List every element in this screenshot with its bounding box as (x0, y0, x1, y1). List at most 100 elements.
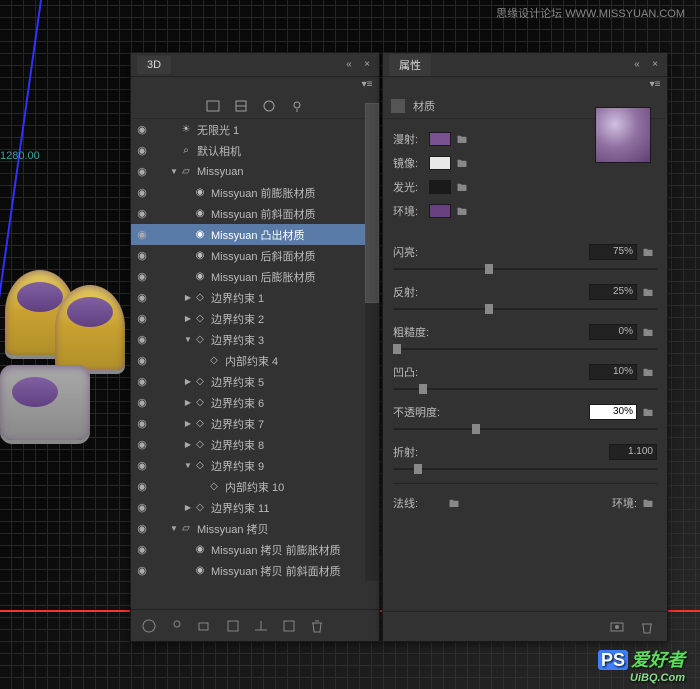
tree-row[interactable]: ◉☀无限光 1 (131, 119, 379, 140)
panel-close-icon[interactable]: × (361, 59, 373, 71)
disclosure-triangle[interactable]: ▶ (183, 419, 193, 428)
tree-row[interactable]: ◉▼▱Missyuan 拷贝 (131, 518, 379, 539)
slider-track[interactable] (393, 343, 657, 355)
slider-value[interactable]: 30% (589, 404, 637, 420)
ground-icon[interactable] (253, 618, 269, 634)
folder-icon[interactable]: 🖿 (643, 326, 657, 338)
filter-light-icon[interactable] (290, 99, 304, 113)
visibility-toggle[interactable]: ◉ (133, 186, 151, 199)
disclosure-triangle[interactable]: ▶ (183, 398, 193, 407)
slider-track[interactable] (393, 423, 657, 435)
disclosure-triangle[interactable]: ▶ (183, 503, 193, 512)
visibility-toggle[interactable]: ◉ (133, 480, 151, 493)
color-swatch[interactable] (429, 132, 451, 146)
tree-row[interactable]: ◉⌕默认相机 (131, 140, 379, 161)
folder-icon[interactable]: 🖿 (643, 406, 657, 418)
visibility-toggle[interactable]: ◉ (133, 501, 151, 514)
visibility-toggle[interactable]: ◉ (133, 270, 151, 283)
tree-row[interactable]: ◉▶◇边界约束 2 (131, 308, 379, 329)
tree-row[interactable]: ◉▶◇边界约束 1 (131, 287, 379, 308)
visibility-toggle[interactable]: ◉ (133, 228, 151, 241)
tree-row[interactable]: ◉▼◇边界约束 9 (131, 455, 379, 476)
disclosure-triangle[interactable]: ▼ (183, 461, 193, 470)
tree-row[interactable]: ◉◇内部约束 4 (131, 350, 379, 371)
visibility-toggle[interactable]: ◉ (133, 249, 151, 262)
tree-row[interactable]: ◉▶◇边界约束 6 (131, 392, 379, 413)
visibility-toggle[interactable]: ◉ (133, 165, 151, 178)
visibility-toggle[interactable]: ◉ (133, 207, 151, 220)
disclosure-triangle[interactable]: ▶ (183, 293, 193, 302)
scrollbar[interactable] (365, 103, 379, 581)
color-swatch[interactable] (429, 180, 451, 194)
visibility-toggle[interactable]: ◉ (133, 543, 151, 556)
tree-row[interactable]: ◉▶◇边界约束 5 (131, 371, 379, 392)
tree-row[interactable]: ◉◉Missyuan 拷贝 前斜面材质 (131, 560, 379, 581)
disclosure-triangle[interactable]: ▶ (183, 440, 193, 449)
visibility-toggle[interactable]: ◉ (133, 564, 151, 577)
visibility-toggle[interactable]: ◉ (133, 354, 151, 367)
slider-track[interactable] (393, 303, 657, 315)
panel-menu-icon[interactable]: ▾≡ (361, 79, 373, 91)
disclosure-triangle[interactable]: ▶ (183, 377, 193, 386)
scroll-thumb[interactable] (365, 103, 379, 303)
filter-material-icon[interactable] (262, 99, 276, 113)
tree-row[interactable]: ◉◉Missyuan 拷贝 前膨胀材质 (131, 539, 379, 560)
tree-row[interactable]: ◉▼▱Missyuan (131, 161, 379, 182)
visibility-toggle[interactable]: ◉ (133, 123, 151, 136)
visibility-toggle[interactable]: ◉ (133, 438, 151, 451)
trash-icon[interactable] (639, 619, 655, 635)
tree-row[interactable]: ◉◉Missyuan 凸出材质 (131, 224, 379, 245)
visibility-toggle[interactable]: ◉ (133, 522, 151, 535)
visibility-toggle[interactable]: ◉ (133, 417, 151, 430)
panel-tab-properties[interactable]: 属性 (389, 54, 431, 76)
render-icon[interactable] (225, 618, 241, 634)
tree-row[interactable]: ◉◉Missyuan 后膨胀材质 (131, 266, 379, 287)
world-icon[interactable] (141, 618, 157, 634)
visibility-toggle[interactable]: ◉ (133, 333, 151, 346)
tree-row[interactable]: ◉◉Missyuan 后斜面材质 (131, 245, 379, 266)
slider-value[interactable]: 75% (589, 244, 637, 260)
tree-row[interactable]: ◉▶◇边界约束 7 (131, 413, 379, 434)
slider-value[interactable]: 10% (589, 364, 637, 380)
tree-row[interactable]: ◉▼◇边界约束 3 (131, 329, 379, 350)
folder-icon[interactable]: 🖿 (643, 366, 657, 378)
folder-icon[interactable]: 🖿 (457, 133, 471, 145)
tree-row[interactable]: ◉▶◇边界约束 8 (131, 434, 379, 455)
color-swatch[interactable] (429, 156, 451, 170)
visibility-toggle[interactable]: ◉ (133, 144, 151, 157)
folder-icon[interactable]: 🖿 (457, 157, 471, 169)
visibility-toggle[interactable]: ◉ (133, 396, 151, 409)
color-swatch[interactable] (429, 204, 451, 218)
camera-icon[interactable] (197, 618, 213, 634)
panel-menu-icon[interactable]: ▾≡ (649, 79, 661, 91)
trash-icon[interactable] (309, 618, 325, 634)
slider-thumb[interactable] (419, 384, 427, 394)
light-add-icon[interactable] (169, 618, 185, 634)
slider-thumb[interactable] (485, 264, 493, 274)
disclosure-triangle[interactable]: ▶ (183, 314, 193, 323)
visibility-toggle[interactable]: ◉ (133, 291, 151, 304)
slider-track[interactable] (393, 463, 657, 475)
material-preview[interactable] (595, 107, 651, 163)
slider-track[interactable] (393, 263, 657, 275)
slider-value[interactable]: 1.100 (609, 444, 657, 460)
panel-collapse-icon[interactable]: « (631, 59, 643, 71)
visibility-toggle[interactable]: ◉ (133, 375, 151, 388)
filter-scene-icon[interactable] (206, 99, 220, 113)
tree-row[interactable]: ◉◉Missyuan 前斜面材质 (131, 203, 379, 224)
3d-text-object[interactable] (0, 270, 130, 460)
tree-row[interactable]: ◉◉Missyuan 前膨胀材质 (131, 182, 379, 203)
slider-thumb[interactable] (472, 424, 480, 434)
slider-value[interactable]: 0% (589, 324, 637, 340)
folder-icon[interactable]: 🖿 (457, 181, 471, 193)
visibility-toggle[interactable]: ◉ (133, 312, 151, 325)
folder-icon[interactable]: 🖿 (449, 497, 463, 509)
panel-collapse-icon[interactable]: « (343, 59, 355, 71)
slider-thumb[interactable] (485, 304, 493, 314)
folder-icon[interactable]: 🖿 (643, 246, 657, 258)
visibility-toggle[interactable]: ◉ (133, 459, 151, 472)
render-settings-icon[interactable] (609, 619, 625, 635)
slider-thumb[interactable] (393, 344, 401, 354)
slider-thumb[interactable] (414, 464, 422, 474)
folder-icon[interactable]: 🖿 (643, 286, 657, 298)
